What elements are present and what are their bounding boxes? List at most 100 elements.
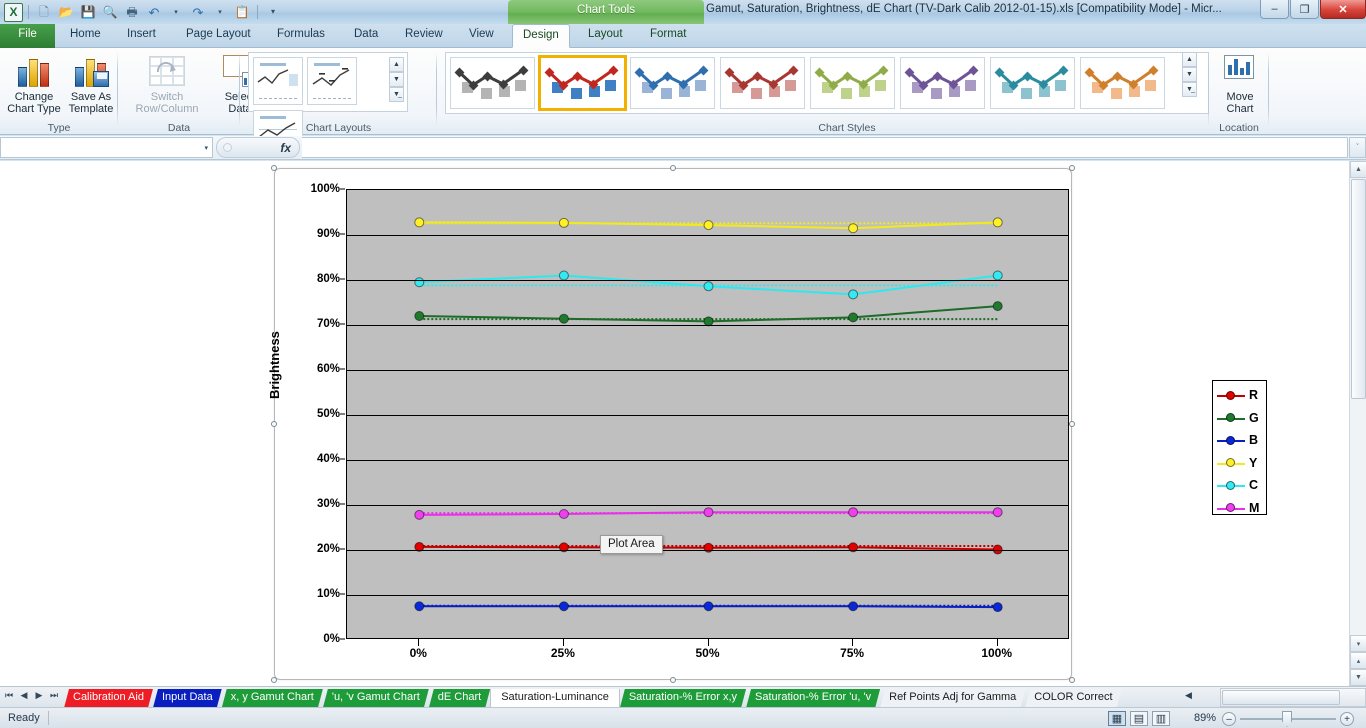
marker-M[interactable] [703,507,714,518]
series-G[interactable] [414,301,1003,327]
name-box-dropdown-icon[interactable]: ▾ [204,144,208,152]
marker-B[interactable] [703,601,714,612]
chart-resize-handle-sw[interactable] [271,677,277,683]
series-Y[interactable] [414,217,1003,234]
chart-layouts-scroll[interactable]: ▲ ▼ ▼̲ [389,57,404,102]
marker-M[interactable] [992,507,1003,518]
tab-review[interactable]: Review [395,24,453,48]
marker-G[interactable] [414,311,425,321]
page-break-preview-button[interactable]: ▥ [1152,711,1170,726]
marker-M[interactable] [414,509,425,520]
marker-Y[interactable] [848,223,859,234]
chart-style-2[interactable] [538,55,627,111]
quick-access-toolbar[interactable]: X 🗋 📂 💾 🔍 🖶 ↶ ▾ ↷ ▾ 📋 ▾ [4,2,283,22]
normal-view-button[interactable]: ▦ [1108,711,1126,726]
tab-file[interactable]: File [0,24,55,48]
sheet-tab-saturation-error-u-v[interactable]: Saturation-% Error 'u, 'v [746,689,880,708]
sheet-tab-x-y-gamut-chart[interactable]: x, y Gamut Chart [222,689,323,708]
zoom-slider[interactable]: – + [1222,711,1354,727]
marker-Y[interactable] [414,217,425,228]
horizontal-scrollbar[interactable] [1220,688,1366,707]
formula-input[interactable] [302,137,1348,158]
window-buttons[interactable]: – ❐ ✕ [1259,0,1366,19]
sheet-tab-color-correct[interactable]: COLOR Correct [1025,689,1121,708]
tab-design[interactable]: Design [512,24,570,48]
marker-G[interactable] [848,312,859,323]
last-sheet-button[interactable]: ⏭ [47,690,61,701]
chart-resize-handle-se[interactable] [1069,677,1075,683]
save-icon[interactable]: 💾 [78,3,98,22]
sheet-tab-u-v-gamut-chart[interactable]: 'u, 'v Gamut Chart [323,689,429,708]
switch-row-column-button[interactable]: Switch Row/Column [126,51,208,119]
gallery-more-icon[interactable]: ▼̲ [389,87,404,102]
chart-layout-thumb-1[interactable] [253,57,303,105]
customize-qat-icon[interactable]: ▾ [263,3,283,22]
marker-C[interactable] [558,270,569,281]
marker-C[interactable] [703,281,714,292]
prev-page-button[interactable]: ▴ [1350,652,1366,669]
minimize-button[interactable]: – [1260,0,1289,19]
chart-resize-handle-s[interactable] [670,677,676,683]
zoom-out-button[interactable]: – [1222,712,1236,726]
chart-resize-handle-w[interactable] [271,421,277,427]
view-buttons[interactable]: ▦ ▤ ▥ [1108,711,1170,726]
legend-item-Y[interactable]: Y [1213,452,1266,475]
tab-view[interactable]: View [459,24,504,48]
next-sheet-button[interactable]: ▶ [32,690,46,701]
vertical-scroll-thumb[interactable] [1351,179,1366,399]
zoom-in-button[interactable]: + [1340,712,1354,726]
close-button[interactable]: ✕ [1320,0,1366,19]
series-R[interactable] [414,541,1003,555]
open-icon[interactable]: 📂 [56,3,76,22]
marker-G[interactable] [992,301,1003,312]
chart-resize-handle-nw[interactable] [271,165,277,171]
styles-scroll-up-icon[interactable]: ▲ [1182,52,1197,67]
formula-bar-buttons[interactable]: fx [216,137,300,158]
marker-G[interactable] [558,313,569,324]
scroll-up-button[interactable]: ▲ [1350,161,1366,178]
chart-style-8[interactable] [1080,57,1165,109]
chart-resize-handle-ne[interactable] [1069,165,1075,171]
sheet-tab-input-data[interactable]: Input Data [153,689,222,708]
marker-Y[interactable] [558,217,569,228]
tab-layout[interactable]: Layout [578,24,633,48]
legend-item-C[interactable]: C [1213,474,1266,497]
marker-B[interactable] [848,601,859,612]
sheet-tab-scroll-icon[interactable]: ◀ [1185,690,1192,701]
styles-scroll-down-icon[interactable]: ▼ [1182,67,1197,82]
restore-button[interactable]: ❐ [1290,0,1319,19]
insert-function-icon[interactable]: fx [280,141,291,155]
chart-style-7[interactable] [990,57,1075,109]
print-icon[interactable]: 🖶 [122,3,142,22]
print-preview-icon[interactable]: 🔍 [100,3,120,22]
tab-insert[interactable]: Insert [117,24,166,48]
series-M[interactable] [414,507,1003,520]
chart-layout-thumb-2[interactable] [307,57,358,105]
redo-icon[interactable]: ↷ [188,3,208,22]
tab-formulas[interactable]: Formulas [267,24,335,48]
move-chart-button[interactable]: Move Chart [1209,51,1271,119]
scroll-down-button[interactable]: ▼ [1350,669,1366,686]
prev-sheet-button[interactable]: ◀ [17,690,31,701]
marker-Y[interactable] [703,220,714,231]
marker-C[interactable] [992,270,1003,281]
name-box[interactable]: ▾ [0,137,213,158]
chart-object[interactable]: Brightness 0% 10% 20% 30% 40% 50% 60% 70% 80% 90%… [267,165,1267,683]
undo-dropdown-icon[interactable]: ▾ [166,3,186,22]
excel-logo-icon[interactable]: X [4,2,23,22]
sheet-tab-calibration-aid[interactable]: Calibration Aid [64,689,153,708]
chart-styles-gallery[interactable] [445,52,1209,114]
new-icon[interactable]: 🗋 [34,3,54,22]
tab-data[interactable]: Data [344,24,388,48]
chart-style-4[interactable] [720,57,805,109]
zoom-level-label[interactable]: 89% [1194,712,1216,724]
sheet-tab-ref-points-adj-for-gamma[interactable]: Ref Points Adj for Gamma [880,689,1025,708]
zoom-slider-knob[interactable] [1282,711,1292,727]
first-sheet-button[interactable]: ⏮ [2,690,16,701]
chart-style-6[interactable] [900,57,985,109]
marker-B[interactable] [992,602,1003,613]
undo-icon[interactable]: ↶ [144,3,164,22]
gallery-scroll-down-icon[interactable]: ▼ [389,72,404,87]
tab-format[interactable]: Format [640,24,696,48]
chart-style-3[interactable] [630,57,715,109]
